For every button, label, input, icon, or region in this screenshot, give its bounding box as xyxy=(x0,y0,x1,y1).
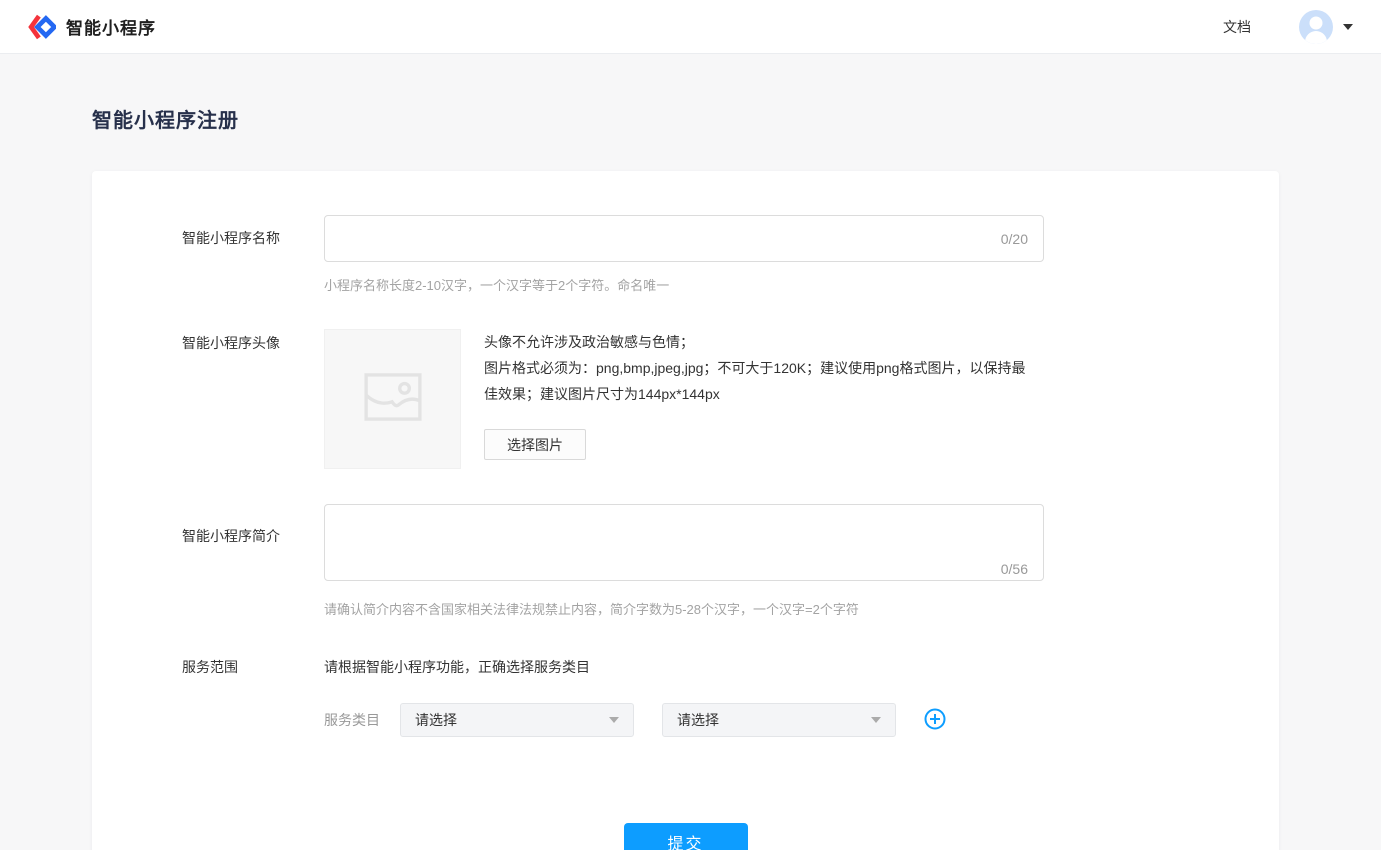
category-label: 服务类目 xyxy=(324,710,380,730)
avatar-image-placeholder[interactable] xyxy=(324,329,461,469)
brand-name: 智能小程序 xyxy=(66,14,156,39)
submit-button[interactable]: 提交 xyxy=(624,823,748,850)
form-row-avatar: 智能小程序头像 头像不允许涉及政治敏感与色情； 图片格式必须为：png,bmp,… xyxy=(92,329,1279,469)
plus-circle-icon xyxy=(924,708,946,733)
category-select-1-value: 请选择 xyxy=(415,710,457,730)
user-avatar[interactable] xyxy=(1299,10,1333,44)
name-help-text: 小程序名称长度2-10汉字，一个汉字等于2个字符。命名唯一 xyxy=(324,275,1044,294)
registration-form-card: 智能小程序名称 0/20 小程序名称长度2-10汉字，一个汉字等于2个字符。命名… xyxy=(92,171,1279,850)
avatar-rule-line2: 图片格式必须为：png,bmp,jpeg,jpg；不可大于120K；建议使用pn… xyxy=(484,355,1036,407)
name-field-label: 智能小程序名称 xyxy=(182,215,324,329)
intro-field-label: 智能小程序简介 xyxy=(182,504,324,653)
scope-field-label: 服务范围 xyxy=(182,653,324,737)
chevron-down-icon xyxy=(871,717,881,723)
form-row-intro: 智能小程序简介 0/56 请确认简介内容不含国家相关法律法规禁止内容，简介字数为… xyxy=(92,504,1279,653)
miniprogram-intro-textarea[interactable] xyxy=(324,504,1044,581)
add-category-button[interactable] xyxy=(924,709,946,731)
intro-help-text: 请确认简介内容不含国家相关法律法规禁止内容，简介字数为5-28个汉字，一个汉字=… xyxy=(324,599,1044,618)
miniprogram-name-input[interactable] xyxy=(324,215,1044,262)
choose-image-button[interactable]: 选择图片 xyxy=(484,429,586,460)
header-right: 文档 xyxy=(1223,10,1353,44)
category-select-2[interactable]: 请选择 xyxy=(662,703,896,737)
category-select-2-value: 请选择 xyxy=(677,710,719,730)
smartprogram-logo-icon xyxy=(28,13,56,41)
submit-row: 提交 xyxy=(92,823,1279,850)
image-icon xyxy=(364,373,422,426)
account-menu-caret-icon[interactable] xyxy=(1343,24,1353,30)
form-row-name: 智能小程序名称 0/20 小程序名称长度2-10汉字，一个汉字等于2个字符。命名… xyxy=(92,215,1279,329)
name-char-counter: 0/20 xyxy=(1001,231,1028,247)
scope-instruction: 请根据智能小程序功能，正确选择服务类目 xyxy=(324,653,946,677)
intro-char-counter: 0/56 xyxy=(1001,561,1028,577)
chevron-down-icon xyxy=(609,717,619,723)
top-header: 智能小程序 文档 xyxy=(0,0,1381,54)
category-select-1[interactable]: 请选择 xyxy=(400,703,634,737)
brand-home-link[interactable]: 智能小程序 xyxy=(28,13,156,41)
form-row-scope: 服务范围 请根据智能小程序功能，正确选择服务类目 服务类目 请选择 请选择 xyxy=(92,653,1279,737)
page-title: 智能小程序注册 xyxy=(92,104,1381,133)
avatar-field-label: 智能小程序头像 xyxy=(182,329,324,469)
docs-link[interactable]: 文档 xyxy=(1223,17,1251,37)
avatar-rule-line1: 头像不允许涉及政治敏感与色情； xyxy=(484,329,1036,355)
